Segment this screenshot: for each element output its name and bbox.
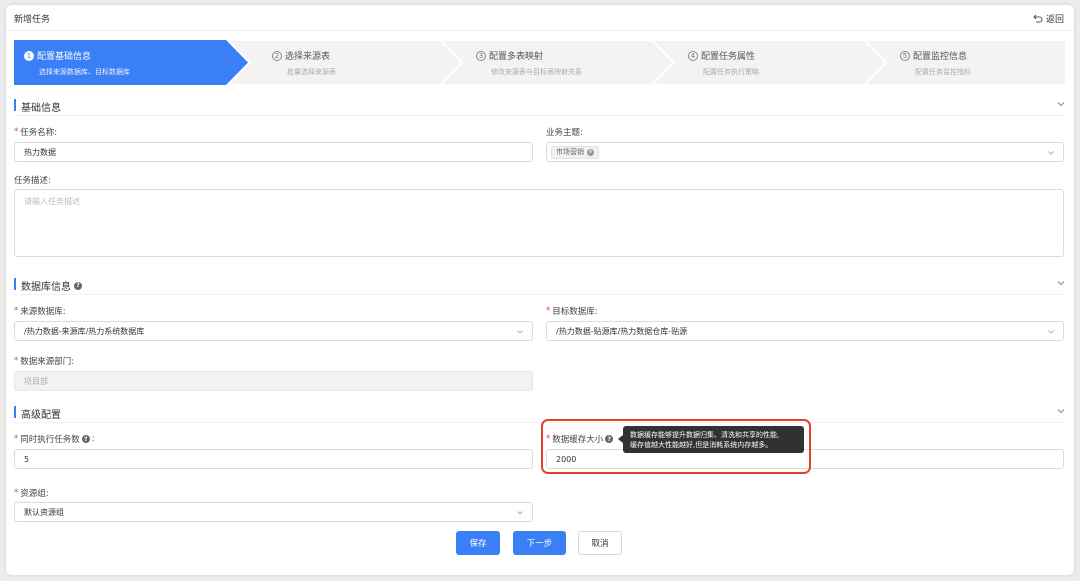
step-1-shape <box>14 40 248 85</box>
step-5[interactable]: 5 配置监控信息 配置任务监控指标 <box>864 40 1066 85</box>
resource-group-select[interactable]: 默认资源组 <box>14 502 533 522</box>
target-db-select[interactable]: /热力数据-贴源库/热力数据仓库-贴源 <box>546 321 1064 341</box>
step-2-subtitle: 批量选择来源表 <box>287 68 336 76</box>
source-db-label: * 来源数据库: <box>14 306 66 317</box>
task-name-input[interactable]: 热力数据 <box>14 142 533 162</box>
chevron-down-icon <box>1048 330 1054 334</box>
concurrency-input[interactable]: 5 <box>14 449 533 469</box>
step-1-subtitle: 选择来源数据库、目标数据库 <box>39 68 130 76</box>
business-topic-label: 业务主题: <box>546 128 583 138</box>
section-basic-info[interactable]: 基础信息 <box>14 96 1066 116</box>
page-title: 新增任务 <box>14 15 51 25</box>
step-1-number: 1 <box>24 50 34 61</box>
step-4-number: 4 <box>688 50 698 61</box>
step-4-title: 配置任务属性 <box>701 52 756 62</box>
source-dept-label: * 数据来源部门: <box>14 356 75 367</box>
return-arrow-icon <box>1033 14 1043 23</box>
step-1-title: 配置基础信息 <box>37 52 92 62</box>
chevron-down-icon[interactable] <box>1056 99 1066 109</box>
task-name-label: * 任务名称: <box>14 127 58 138</box>
step-3-title: 配置多表映射 <box>489 52 544 62</box>
back-label: 返回 <box>1045 15 1064 25</box>
step-3-shape <box>440 40 676 85</box>
cancel-button[interactable]: 取消 <box>578 531 622 555</box>
step-3-number: 3 <box>476 50 486 61</box>
source-dept-input: 项目部 <box>14 371 533 391</box>
step-3[interactable]: 3 配置多表映射 修改来源表与目标表映射关系 <box>440 40 676 85</box>
help-icon[interactable]: ? <box>74 281 82 290</box>
step-2-shape <box>228 40 464 85</box>
resource-group-label: * 资源组: <box>14 488 49 499</box>
tag-remove-icon[interactable]: × <box>587 148 594 156</box>
step-5-shape <box>864 40 1066 85</box>
section-title: 高级配置 <box>21 410 61 421</box>
section-accent-bar <box>14 278 16 290</box>
top-bar: 新增任务 返回 <box>6 5 1074 31</box>
step-5-title: 配置监控信息 <box>913 52 968 62</box>
step-4-subtitle: 配置任务执行策略 <box>703 68 759 76</box>
step-1[interactable]: 1 配置基础信息 选择来源数据库、目标数据库 <box>14 40 250 85</box>
chevron-down-icon <box>1048 151 1054 155</box>
business-topic-tag: 市场营销 × <box>551 145 599 159</box>
chevron-down-icon[interactable] <box>1056 406 1066 416</box>
business-topic-select[interactable]: 市场营销 × <box>546 142 1064 162</box>
section-title: 数据库信息? <box>21 278 82 293</box>
back-button[interactable]: 返回 <box>1033 12 1064 25</box>
source-db-select[interactable]: /热力数据-来源库/热力系统数据库 <box>14 321 533 341</box>
section-accent-bar <box>14 99 16 111</box>
step-3-subtitle: 修改来源表与目标表映射关系 <box>491 68 582 76</box>
help-icon[interactable]: ? <box>81 435 90 443</box>
step-2-number: 2 <box>272 50 282 61</box>
task-desc-label: 任务描述: <box>14 176 51 186</box>
step-5-subtitle: 配置任务监控指标 <box>915 68 971 76</box>
step-4[interactable]: 4 配置任务属性 配置任务执行策略 <box>652 40 888 85</box>
next-step-button[interactable]: 下一步 <box>513 531 566 555</box>
step-2-title: 选择来源表 <box>285 52 331 62</box>
highlight-box <box>541 419 811 474</box>
step-5-number: 5 <box>900 50 910 61</box>
chevron-down-icon <box>517 330 523 334</box>
chevron-down-icon[interactable] <box>1056 278 1066 288</box>
section-title: 基础信息 <box>21 103 61 114</box>
target-db-label: * 目标数据库: <box>546 306 598 317</box>
chevron-down-icon <box>517 511 523 515</box>
task-desc-textarea[interactable]: 请输入任务描述 <box>14 189 1064 257</box>
stepper: 1 配置基础信息 选择来源数据库、目标数据库 2 选择来源表 批量选择来源表 3… <box>14 40 1066 85</box>
save-button[interactable]: 保存 <box>456 531 500 555</box>
section-accent-bar <box>14 406 16 418</box>
concurrency-label: * 同时执行任务数?: <box>14 434 95 445</box>
task-form-card: 新增任务 返回 1 配置基础信息 选择来源数据库、目标数据库 2 选择来源表 批… <box>6 5 1074 575</box>
step-2[interactable]: 2 选择来源表 批量选择来源表 <box>228 40 464 85</box>
step-4-shape <box>652 40 888 85</box>
section-advanced[interactable]: 高级配置 <box>14 403 1066 423</box>
section-database-info[interactable]: 数据库信息? <box>14 275 1066 295</box>
